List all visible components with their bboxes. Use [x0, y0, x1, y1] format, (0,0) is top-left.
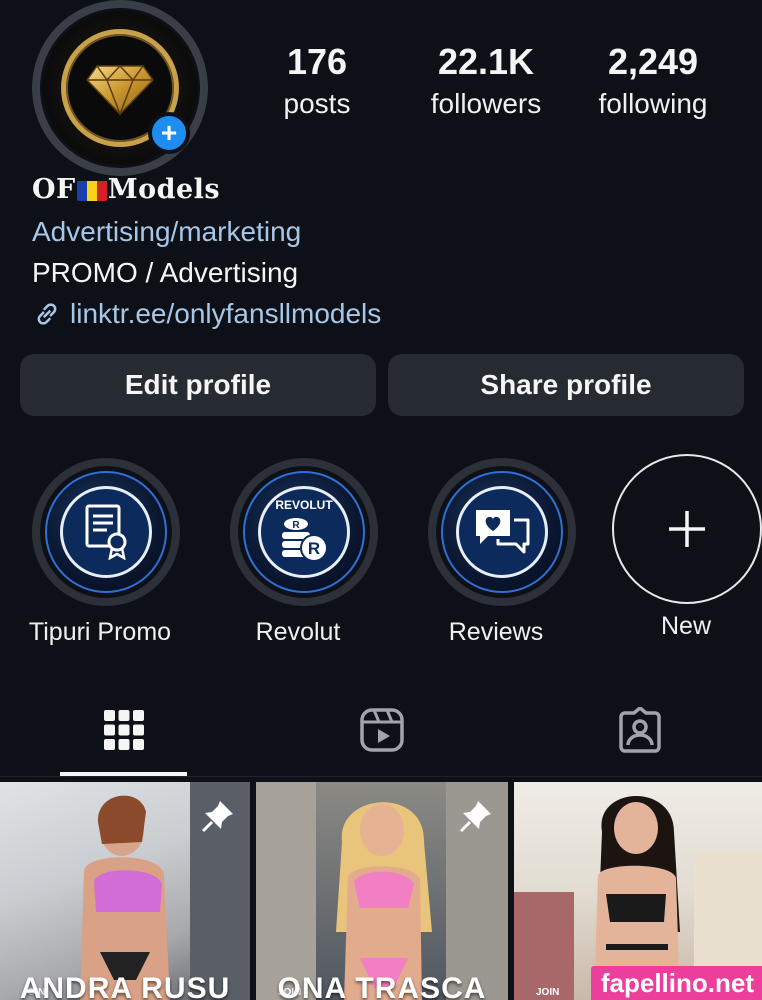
svg-text:R: R: [292, 520, 300, 531]
post-overlay-text: ANDRA RUSU: [19, 972, 231, 1000]
posts-label: posts: [283, 88, 351, 119]
share-profile-button[interactable]: Share profile: [388, 354, 744, 416]
plus-icon: [669, 511, 705, 547]
revolut-badge-text: REVOLUT: [275, 498, 333, 512]
reels-icon: [360, 708, 404, 752]
posts-count: 176: [286, 41, 348, 82]
followers-label: followers: [430, 88, 542, 119]
highlight-label-new: New: [660, 612, 711, 640]
following-label: following: [598, 88, 708, 119]
profile-bio: PROMO / Advertising: [32, 257, 299, 288]
svg-text:R: R: [308, 539, 320, 558]
diamond-icon: [86, 64, 154, 117]
tab-reels[interactable]: [358, 706, 406, 754]
highlight-label-revolut: Revolut: [255, 618, 341, 646]
post-overlay-text: ONA TRASCA: [277, 972, 487, 1000]
pinned-icon: [201, 801, 233, 833]
post-thumbnail-1[interactable]: JOIN ANDRA RUSU: [0, 782, 250, 1000]
link-text: linktr.ee/onlyfansllmodels: [70, 298, 382, 329]
name-prefix: OF: [32, 174, 76, 205]
tagged-person-icon: [619, 707, 661, 753]
following-stat[interactable]: 2,249 following: [586, 40, 720, 122]
post-thumbnail-2[interactable]: JOIN ONA TRASCA: [256, 782, 508, 1000]
certificate-icon: [85, 504, 127, 560]
link-icon: [37, 303, 57, 325]
profile-link[interactable]: linktr.ee/onlyfansllmodels: [32, 298, 381, 330]
tab-posts-grid[interactable]: [100, 706, 148, 754]
plus-icon: +: [160, 117, 178, 148]
pinned-icon: [459, 801, 491, 833]
new-highlight-button[interactable]: [612, 454, 762, 604]
tabs-divider: [0, 776, 762, 777]
add-story-button[interactable]: +: [148, 112, 190, 154]
posts-stat[interactable]: 176 posts: [272, 40, 362, 122]
name-suffix: Models: [107, 174, 221, 205]
post-join-label: JOIN: [536, 987, 560, 998]
highlight-reviews[interactable]: [428, 458, 576, 606]
highlight-label-tipuri-promo: Tipuri Promo: [28, 618, 172, 646]
highlight-tipuri-promo[interactable]: [32, 458, 180, 606]
tab-tagged[interactable]: [616, 706, 664, 754]
highlight-revolut[interactable]: REVOLUT R R: [230, 458, 378, 606]
watermark: fapellino.net: [590, 966, 762, 1000]
following-count: 2,249: [607, 41, 699, 82]
revolut-coins-icon: R R: [282, 518, 328, 562]
followers-count: 22.1K: [437, 41, 535, 82]
grid-icon: [104, 710, 144, 750]
chat-heart-icon: [476, 510, 530, 554]
followers-stat[interactable]: 22.1K followers: [418, 40, 554, 122]
edit-profile-button[interactable]: Edit profile: [20, 354, 376, 416]
profile-name: OF Models: [32, 174, 220, 205]
highlight-label-reviews: Reviews: [448, 618, 544, 646]
active-tab-indicator: [60, 772, 187, 776]
profile-category[interactable]: Advertising/marketing: [32, 216, 301, 248]
romania-flag-icon: [76, 179, 107, 201]
